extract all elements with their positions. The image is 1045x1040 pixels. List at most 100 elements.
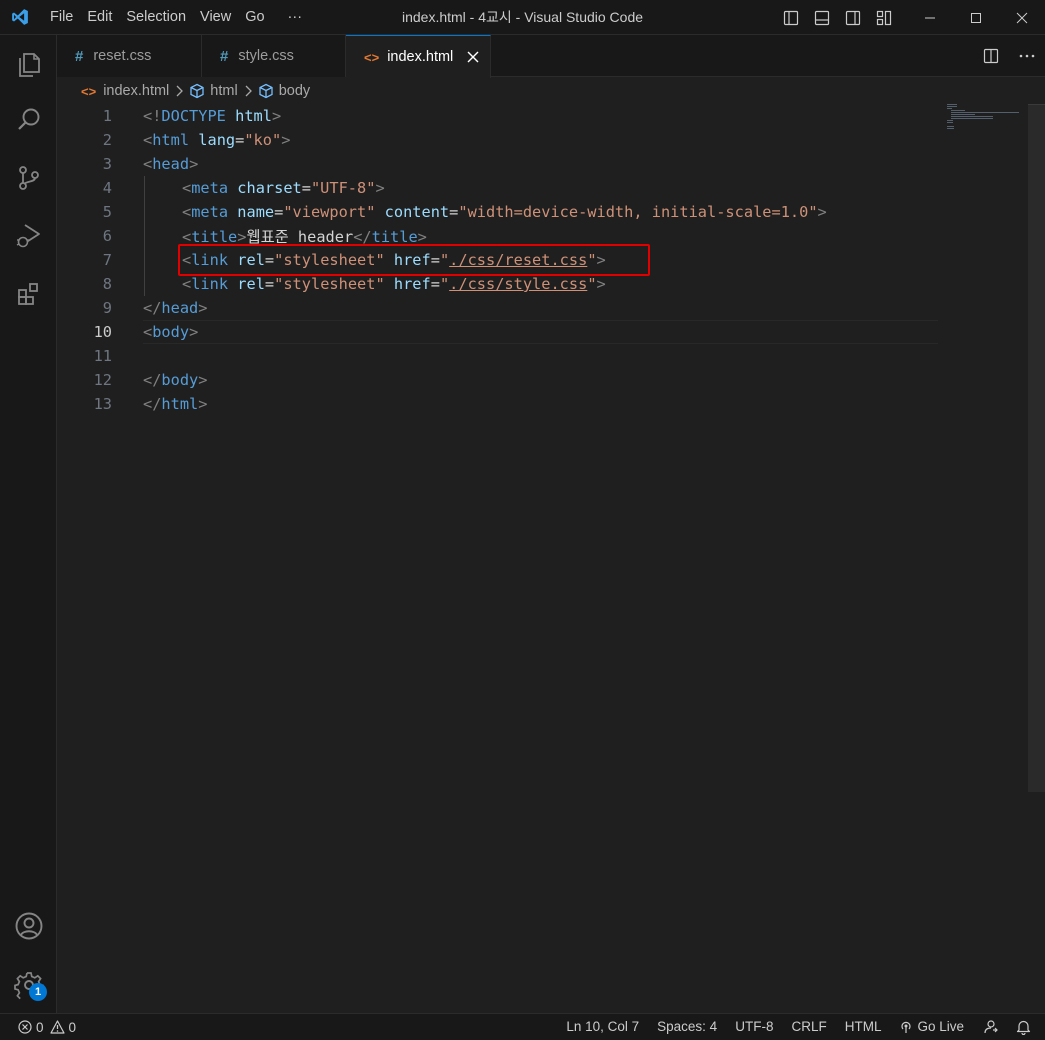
eol-status[interactable]: CRLF <box>782 1014 835 1040</box>
element-cube-icon <box>258 83 274 99</box>
vscode-logo-icon <box>0 0 40 35</box>
activity-bar <box>0 35 57 1013</box>
toggle-panel-icon[interactable] <box>806 0 837 35</box>
css-file-icon: # <box>75 47 84 65</box>
line-content: <html lang="ko"> <box>143 131 291 149</box>
maximize-button[interactable] <box>953 0 999 35</box>
customize-layout-icon[interactable] <box>868 0 899 35</box>
line-number: 8 <box>102 275 112 293</box>
code-editor[interactable]: 1 <!DOCTYPE html> 2 <html lang="ko"> 3 <… <box>57 104 1045 1013</box>
line-content: </html> <box>143 395 208 413</box>
warning-count: 0 <box>68 1019 77 1035</box>
line-content: </body> <box>143 371 208 389</box>
code-line[interactable]: 3 <head> <box>57 152 937 176</box>
line-content: <link rel="stylesheet" href="./css/style… <box>182 275 606 293</box>
html-file-icon: <> <box>81 83 97 99</box>
chevron-right-icon <box>175 85 184 97</box>
minimap[interactable] <box>945 104 1025 134</box>
cursor-position[interactable]: Ln 10, Col 7 <box>557 1014 648 1040</box>
account-icon[interactable] <box>0 901 57 951</box>
menu-bar: File Edit Selection View Go ··· <box>40 0 309 35</box>
problems-status[interactable]: 0 0 <box>0 1020 76 1035</box>
code-line[interactable]: 13 </html> <box>57 392 937 416</box>
run-debug-icon[interactable] <box>0 211 57 261</box>
source-control-icon[interactable] <box>0 153 57 203</box>
line-number: 6 <box>102 227 112 245</box>
line-number: 12 <box>93 371 112 389</box>
line-number: 4 <box>102 179 112 197</box>
code-line[interactable]: 12 </body> <box>57 368 937 392</box>
notifications-bell-icon[interactable] <box>1007 1019 1045 1035</box>
code-line-current[interactable]: 10 <body> <box>57 320 937 344</box>
line-content: <head> <box>143 155 199 173</box>
search-icon[interactable] <box>0 95 57 145</box>
line-number: 7 <box>102 251 112 269</box>
line-number: 11 <box>93 347 112 365</box>
menu-view[interactable]: View <box>193 0 238 35</box>
tab-label: reset.css <box>93 48 152 64</box>
explorer-icon[interactable] <box>0 39 57 89</box>
line-content: <!DOCTYPE html> <box>143 107 282 125</box>
error-count: 0 <box>36 1019 44 1035</box>
warning-icon <box>49 1020 65 1034</box>
chevron-right-icon <box>244 85 252 97</box>
scrollbar-cursor-marker <box>1028 104 1045 105</box>
vertical-scrollbar[interactable] <box>1028 104 1045 792</box>
line-number: 2 <box>102 131 112 149</box>
menu-selection[interactable]: Selection <box>119 0 193 35</box>
breadcrumb-file[interactable]: <> index.html <box>81 83 169 99</box>
broadcast-icon <box>899 1020 913 1034</box>
indentation-status[interactable]: Spaces: 4 <box>648 1014 726 1040</box>
line-number: 1 <box>102 107 112 125</box>
close-window-button[interactable] <box>999 0 1045 35</box>
title-bar: File Edit Selection View Go ··· index.ht… <box>0 0 1045 35</box>
style-css-link[interactable]: ./css/style.css <box>449 275 587 293</box>
tab-style-css[interactable]: # style.css <box>202 35 346 77</box>
toggle-secondary-sidebar-icon[interactable] <box>837 0 868 35</box>
line-number: 10 <box>93 323 112 341</box>
tab-label: index.html <box>387 49 454 65</box>
line-content: </head> <box>143 299 208 317</box>
encoding-status[interactable]: UTF-8 <box>726 1014 782 1040</box>
settings-gear-icon[interactable] <box>0 960 57 1010</box>
menu-more[interactable]: ··· <box>272 0 310 35</box>
tab-label: style.css <box>238 48 294 64</box>
tab-index-html[interactable]: <> index.html <box>346 35 491 78</box>
accounts-feedback-icon[interactable] <box>973 1019 1007 1035</box>
code-line[interactable]: 11 <box>57 344 937 368</box>
extensions-icon[interactable] <box>0 269 57 319</box>
close-tab-icon[interactable] <box>463 47 483 67</box>
menu-edit[interactable]: Edit <box>80 0 119 35</box>
menu-file[interactable]: File <box>40 0 80 35</box>
red-highlight-annotation <box>178 244 650 276</box>
line-content: <body> <box>143 323 199 341</box>
element-cube-icon <box>189 83 205 99</box>
breadcrumb: <> index.html html body <box>57 78 1045 104</box>
more-actions-icon[interactable] <box>1009 35 1045 77</box>
settings-update-badge: 1 <box>29 983 47 1001</box>
code-line[interactable]: 2 <html lang="ko"> <box>57 128 937 152</box>
go-live-button[interactable]: Go Live <box>890 1014 973 1040</box>
line-number: 13 <box>93 395 112 413</box>
editor-tab-bar: # reset.css # style.css <> index.html <box>57 35 1045 78</box>
tab-reset-css[interactable]: # reset.css <box>57 35 202 77</box>
error-icon <box>18 1020 32 1034</box>
html-file-icon: <> <box>364 49 380 65</box>
status-bar: 0 0 Ln 10, Col 7 Spaces: 4 UTF-8 CRLF HT… <box>0 1013 1045 1040</box>
breadcrumb-body[interactable]: body <box>258 83 310 99</box>
code-line[interactable]: 4 <meta charset="UTF-8"> <box>57 176 937 200</box>
line-number: 5 <box>102 203 112 221</box>
menu-go[interactable]: Go <box>238 0 271 35</box>
code-line[interactable]: 9 </head> <box>57 296 937 320</box>
code-line[interactable]: 1 <!DOCTYPE html> <box>57 104 937 128</box>
toggle-primary-sidebar-icon[interactable] <box>775 0 806 35</box>
language-mode[interactable]: HTML <box>836 1014 891 1040</box>
css-file-icon: # <box>220 47 229 65</box>
line-content: <meta name="viewport" content="width=dev… <box>182 203 827 221</box>
line-number: 9 <box>102 299 112 317</box>
split-editor-icon[interactable] <box>973 35 1009 77</box>
code-line[interactable]: 5 <meta name="viewport" content="width=d… <box>57 200 937 224</box>
line-number: 3 <box>102 155 112 173</box>
breadcrumb-html[interactable]: html <box>189 83 238 99</box>
minimize-button[interactable] <box>907 0 953 35</box>
